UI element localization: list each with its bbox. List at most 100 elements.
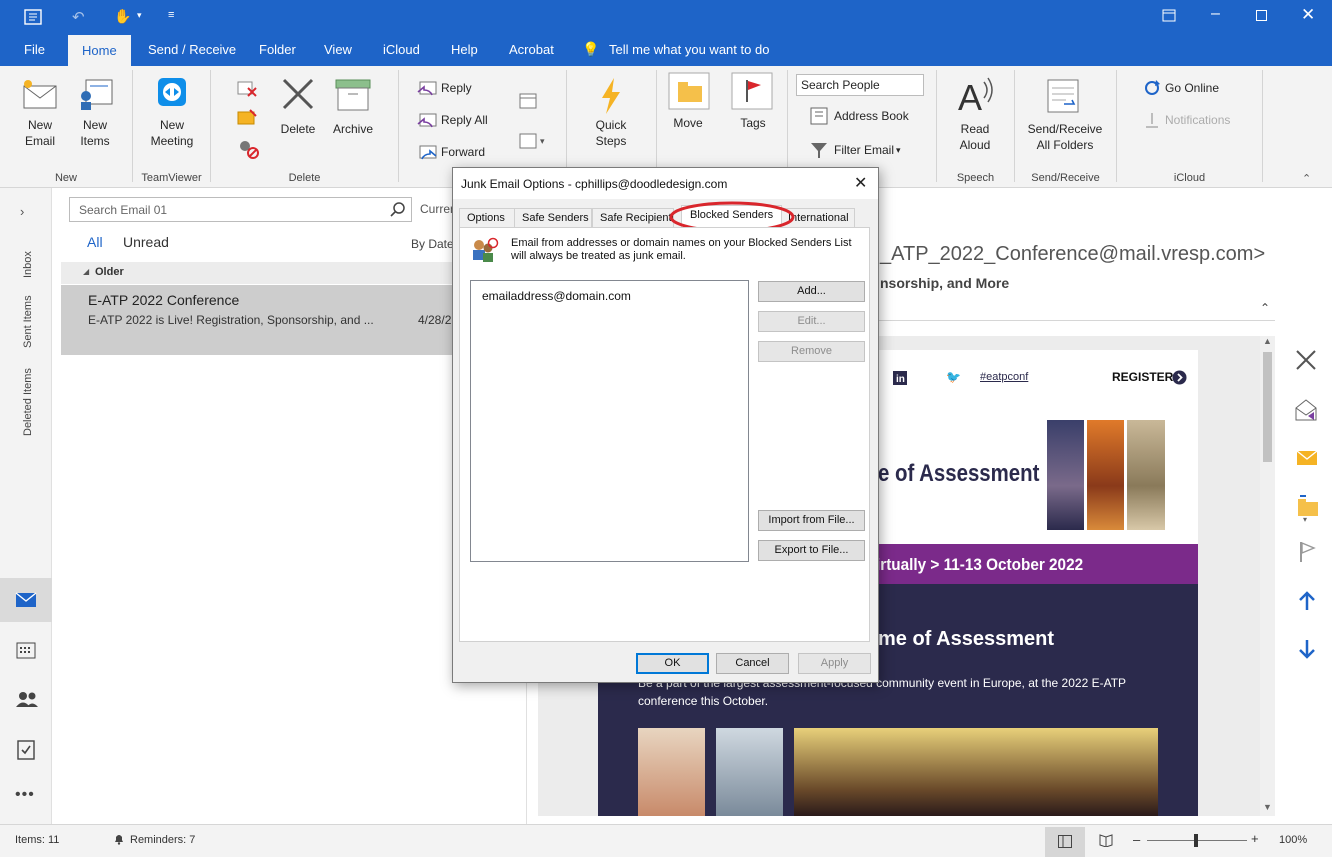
- filter-all-tab[interactable]: All: [87, 234, 103, 250]
- collapse-group-icon[interactable]: ◢: [83, 267, 89, 276]
- import-from-file-button[interactable]: Import from File...: [758, 510, 865, 531]
- mark-read-icon[interactable]: [1294, 398, 1320, 425]
- search-people-input[interactable]: Search People: [796, 74, 924, 96]
- tab-safe-recipients[interactable]: Safe Recipients: [592, 208, 674, 227]
- remove-button[interactable]: Remove: [758, 341, 865, 362]
- touch-mode-icon[interactable]: ✋: [114, 8, 131, 25]
- dialog-close-icon[interactable]: ✕: [854, 173, 867, 193]
- tab-folder[interactable]: Folder: [259, 42, 296, 57]
- filter-unread-tab[interactable]: Unread: [123, 234, 169, 250]
- flag-outline-icon[interactable]: [1297, 540, 1317, 567]
- add-button[interactable]: Add...: [758, 281, 865, 302]
- hashtag-link[interactable]: #eatpconf: [980, 371, 1028, 383]
- meeting-reply-icon[interactable]: [518, 90, 540, 113]
- forward-button[interactable]: Forward: [416, 142, 506, 162]
- tasks-icon[interactable]: [17, 738, 35, 763]
- next-item-icon[interactable]: [1297, 638, 1317, 663]
- folder-sent-items[interactable]: Sent Items: [22, 295, 34, 348]
- quick-steps-button[interactable]: Quick Steps: [584, 72, 638, 158]
- blocked-senders-list[interactable]: emailaddress@domain.com: [470, 280, 749, 562]
- tab-icloud[interactable]: iCloud: [383, 42, 420, 57]
- move-button[interactable]: Move: [666, 70, 710, 156]
- scroll-up-icon[interactable]: ▲: [1263, 336, 1272, 346]
- close-window-icon[interactable]: ✕: [1301, 5, 1315, 25]
- scroll-thumb[interactable]: [1263, 352, 1272, 462]
- list-item[interactable]: emailaddress@domain.com: [482, 289, 631, 303]
- bell-icon: [113, 833, 125, 848]
- new-meeting-button[interactable]: New Meeting: [146, 72, 198, 158]
- collapse-header-icon[interactable]: ⌃: [1260, 301, 1270, 315]
- envelope-icon[interactable]: [1295, 448, 1319, 471]
- normal-view-button[interactable]: [1045, 827, 1085, 857]
- filter-email-button[interactable]: Filter Email ▾: [808, 140, 926, 160]
- scroll-down-icon[interactable]: ▼: [1263, 802, 1272, 812]
- outlook-app-icon: [24, 9, 42, 28]
- apply-button[interactable]: Apply: [798, 653, 871, 674]
- undo-icon[interactable]: ↶: [72, 8, 85, 26]
- collapse-ribbon-icon[interactable]: ⌃: [1302, 172, 1311, 185]
- reminders-count[interactable]: Reminders: 7: [130, 834, 195, 846]
- arrow-right-icon[interactable]: [1172, 370, 1187, 388]
- tab-options[interactable]: Options: [459, 208, 515, 227]
- sort-dropdown[interactable]: By Date: [411, 237, 454, 251]
- search-icon[interactable]: [390, 201, 406, 220]
- edit-button[interactable]: Edit...: [758, 311, 865, 332]
- tags-button[interactable]: Tags: [731, 70, 775, 156]
- new-items-button[interactable]: New Items: [72, 72, 118, 158]
- register-link[interactable]: REGISTER: [1112, 370, 1173, 384]
- delete-button[interactable]: Delete: [276, 72, 320, 158]
- calendar-icon[interactable]: [16, 641, 36, 662]
- maximize-icon[interactable]: [1256, 10, 1267, 24]
- tab-acrobat[interactable]: Acrobat: [509, 42, 554, 57]
- tab-file[interactable]: File: [24, 42, 45, 57]
- customize-qat-icon[interactable]: ≡: [168, 9, 174, 21]
- tab-view[interactable]: View: [324, 42, 352, 57]
- send-receive-all-button[interactable]: Send/Receive All Folders: [1024, 72, 1106, 158]
- move-to-folder-icon[interactable]: ▾: [1294, 492, 1320, 525]
- close-reading-icon[interactable]: [1294, 348, 1318, 375]
- tab-safe-senders[interactable]: Safe Senders: [514, 208, 592, 227]
- reply-button[interactable]: Reply: [416, 78, 506, 98]
- tab-panel-blocked-senders: Email from addresses or domain names on …: [459, 227, 870, 642]
- chevron-down-icon[interactable]: ▾: [137, 10, 142, 21]
- go-online-button[interactable]: Go Online: [1142, 78, 1252, 98]
- reading-view-icon[interactable]: [1099, 833, 1113, 850]
- read-aloud-icon: A: [958, 76, 994, 119]
- cancel-button[interactable]: Cancel: [716, 653, 789, 674]
- reading-scrollbar[interactable]: ▲ ▼: [1260, 336, 1275, 816]
- linkedin-icon[interactable]: in: [893, 371, 907, 388]
- zoom-level[interactable]: 100%: [1279, 834, 1307, 846]
- previous-item-icon[interactable]: [1297, 590, 1317, 615]
- zoom-slider-thumb[interactable]: [1194, 834, 1198, 847]
- ribbon-display-icon[interactable]: [1162, 9, 1176, 25]
- tab-send-receive[interactable]: Send / Receive: [148, 42, 236, 57]
- folder-deleted-items[interactable]: Deleted Items: [22, 368, 34, 436]
- tab-help[interactable]: Help: [451, 42, 478, 57]
- new-email-button[interactable]: New Email: [16, 72, 64, 158]
- export-to-file-button[interactable]: Export to File...: [758, 540, 865, 561]
- ok-button[interactable]: OK: [636, 653, 709, 674]
- ignore-icon[interactable]: [236, 78, 258, 101]
- more-apps-icon[interactable]: •••: [15, 786, 35, 804]
- folder-inbox[interactable]: Inbox: [22, 251, 34, 278]
- reading-from: _ATP_2022_Conference@mail.vresp.com>: [880, 243, 1266, 265]
- delete-icon: [280, 76, 316, 115]
- mail-nav-button[interactable]: [0, 578, 52, 622]
- more-respond-icon[interactable]: ▾: [518, 130, 548, 153]
- search-input[interactable]: Search Email 01: [69, 197, 412, 222]
- address-book-button[interactable]: Address Book: [808, 106, 926, 126]
- tab-home[interactable]: Home: [68, 35, 131, 66]
- archive-button[interactable]: Archive: [330, 72, 376, 158]
- clean-up-icon[interactable]: [236, 108, 266, 131]
- minimize-icon[interactable]: –: [1211, 5, 1220, 23]
- junk-icon[interactable]: [236, 138, 266, 163]
- zoom-out-button[interactable]: –: [1133, 832, 1140, 847]
- notifications-button[interactable]: Notifications: [1142, 110, 1252, 130]
- expand-folder-pane-icon[interactable]: ›: [20, 204, 24, 219]
- read-aloud-button[interactable]: A Read Aloud: [948, 72, 1002, 158]
- reply-all-button[interactable]: Reply All: [416, 110, 506, 130]
- twitter-icon[interactable]: 🐦: [946, 370, 961, 384]
- people-icon[interactable]: [15, 690, 39, 711]
- tell-me-search[interactable]: Tell me what you want to do: [609, 42, 769, 57]
- zoom-in-button[interactable]: +: [1251, 831, 1259, 846]
